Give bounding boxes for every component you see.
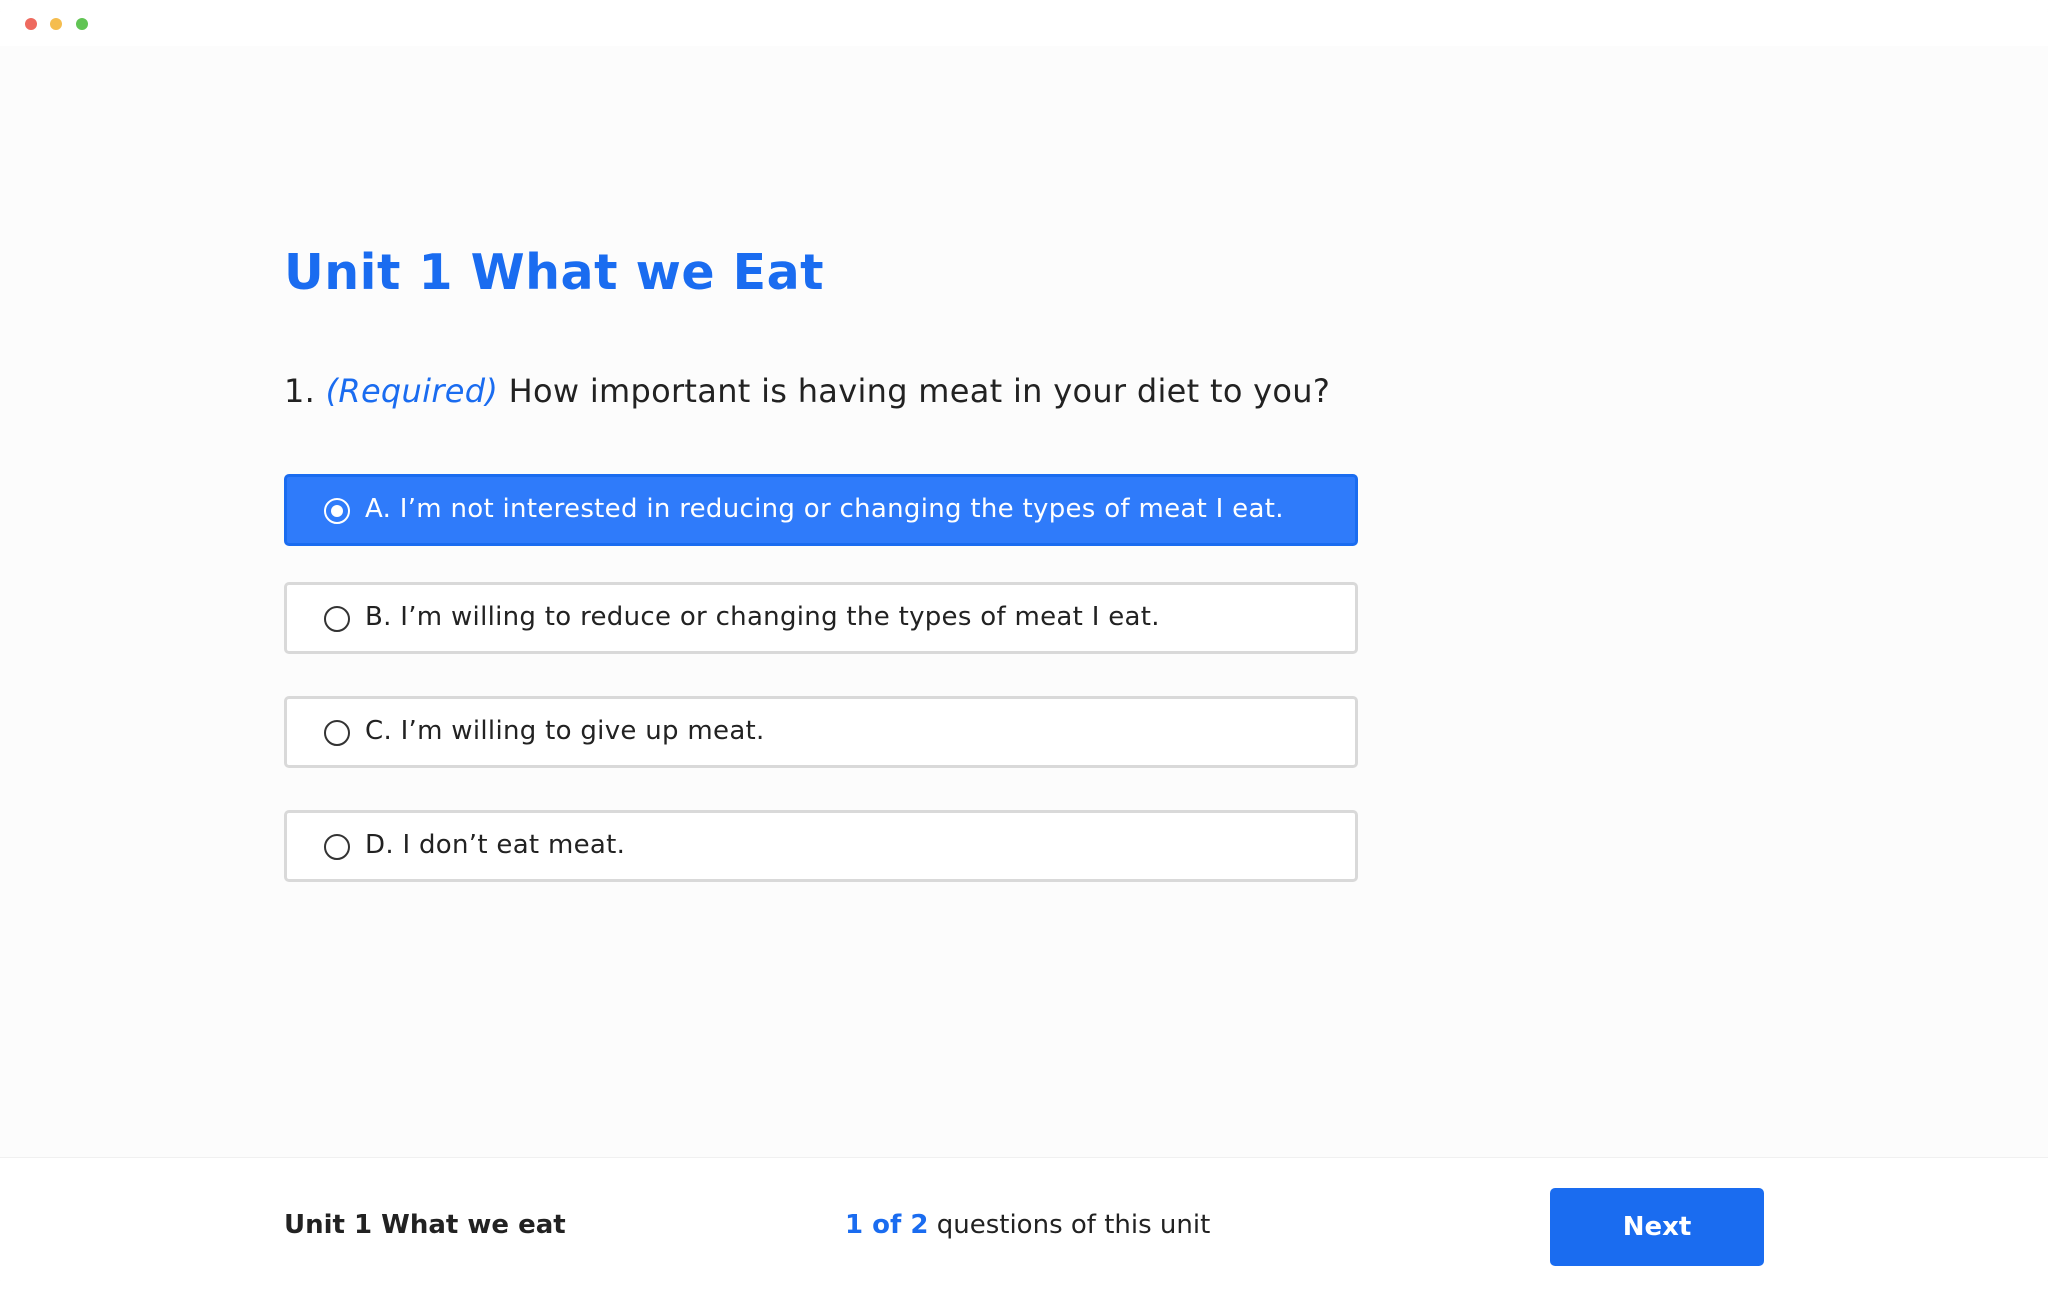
- question-number: 1.: [284, 372, 316, 410]
- next-button[interactable]: Next: [1550, 1188, 1764, 1266]
- question-text: How important is having meat in your die…: [508, 372, 1331, 410]
- close-window-icon[interactable]: [25, 18, 37, 30]
- footer-unit-name: Unit 1 What we eat: [284, 1210, 566, 1240]
- minimize-window-icon[interactable]: [50, 18, 62, 30]
- radio-button-icon[interactable]: [324, 720, 350, 746]
- option-d[interactable]: D. I don’t eat meat.: [284, 810, 1358, 882]
- page-title: Unit 1 What we Eat: [284, 244, 825, 301]
- question-prompt: 1. (Required) How important is having me…: [284, 372, 1330, 410]
- radio-button-icon[interactable]: [324, 498, 350, 524]
- required-indicator: (Required): [325, 372, 499, 410]
- option-label: D. I don’t eat meat.: [365, 830, 626, 860]
- option-b[interactable]: B. I’m willing to reduce or changing the…: [284, 582, 1358, 654]
- title-bar: [0, 0, 2048, 46]
- option-c[interactable]: C. I’m willing to give up meat.: [284, 696, 1358, 768]
- progress-count: 1 of 2: [845, 1210, 929, 1240]
- option-label: A. I’m not interested in reducing or cha…: [365, 494, 1284, 524]
- progress-suffix: questions of this unit: [936, 1210, 1211, 1240]
- radio-button-icon[interactable]: [324, 834, 350, 860]
- option-a[interactable]: A. I’m not interested in reducing or cha…: [284, 474, 1358, 546]
- question-progress: 1 of 2 questions of this unit: [845, 1210, 1210, 1240]
- maximize-window-icon[interactable]: [76, 18, 88, 30]
- option-label: B. I’m willing to reduce or changing the…: [365, 602, 1160, 632]
- option-label: C. I’m willing to give up meat.: [365, 716, 765, 746]
- radio-button-icon[interactable]: [324, 606, 350, 632]
- footer-bar: Unit 1 What we eat 1 of 2 questions of t…: [0, 1157, 2048, 1292]
- app-window: Unit 1 What we Eat 1. (Required) How imp…: [0, 0, 2048, 1292]
